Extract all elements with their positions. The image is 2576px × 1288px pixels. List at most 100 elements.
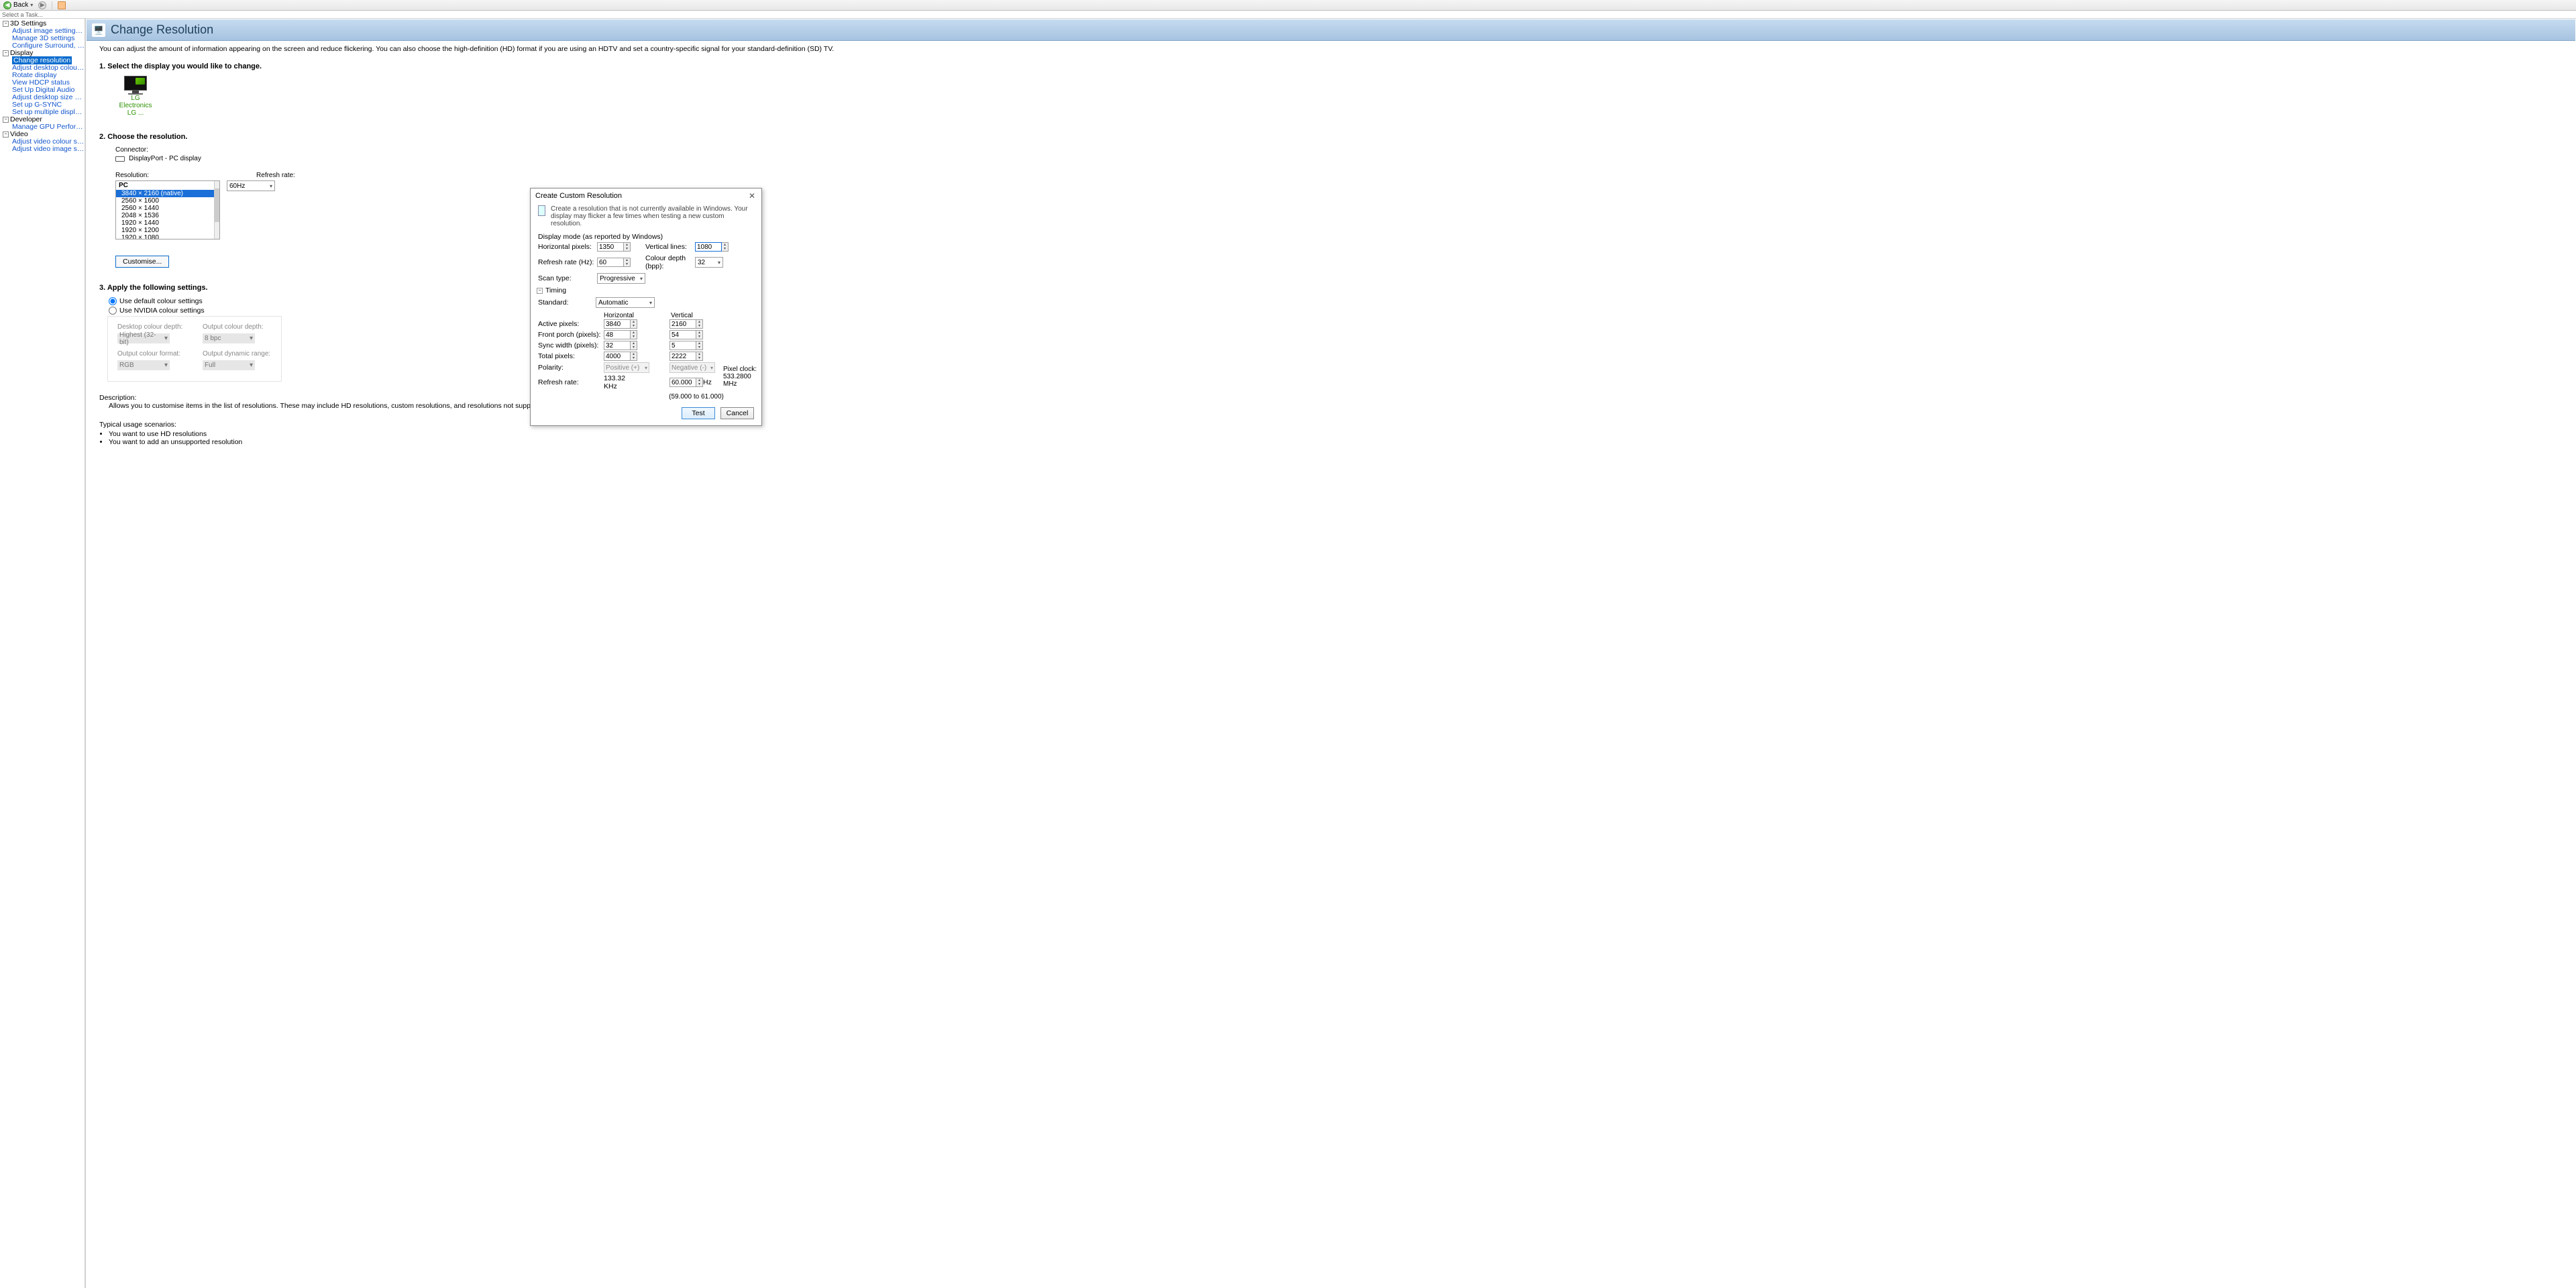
scan-type-dropdown[interactable]: Progressive▾ [597,273,645,284]
collapse-icon[interactable]: − [3,117,9,123]
close-button[interactable]: ✕ [747,191,757,201]
col-horizontal: Horizontal [604,312,644,319]
fp-v-input[interactable] [669,330,696,339]
back-dropdown-icon[interactable]: ▾ [30,2,33,8]
radio-nvidia-colour[interactable]: Use NVIDIA colour settings [109,307,415,315]
monitor-icon [124,76,147,91]
scenarios-head: Typical usage scenarios: [99,421,2563,429]
refresh-rate-input[interactable] [597,258,624,267]
scrollbar[interactable] [214,181,219,239]
connector-value: DisplayPort - PC display [129,155,201,162]
tp-v-input[interactable] [669,352,696,361]
collapse-icon[interactable]: − [3,50,9,56]
cd-label: Colour depth (bpp): [645,254,695,270]
collapse-icon[interactable]: − [3,21,9,27]
odr-label: Output dynamic range: [203,350,272,358]
resolution-label: Resolution: [115,172,149,179]
tree-leaf[interactable]: Adjust video colour settings [0,138,85,146]
vl-label: Vertical lines: [645,243,695,251]
col-vertical: Vertical [671,312,711,319]
scenario-item: You want to use HD resolutions [109,430,2563,438]
timing-toggle[interactable]: − [537,288,543,294]
standard-label: Standard: [538,299,590,307]
tree-leaf[interactable]: Adjust video image settings [0,146,85,153]
radio-default-colour[interactable]: Use default colour settings [109,297,415,305]
fp-label: Front porch (pixels): [538,331,604,339]
ocd-label: Output colour depth: [203,323,272,331]
resolution-option[interactable]: 1920 × 1080 [116,234,219,239]
active-v-input[interactable] [669,319,696,329]
sw-v-input[interactable] [669,341,696,350]
collapse-icon[interactable]: − [3,131,9,138]
sw-h-input[interactable] [604,341,631,350]
active-h-input[interactable] [604,319,631,329]
ap-label: Active pixels: [538,320,604,328]
tree-category[interactable]: −3D Settings [0,20,85,28]
back-button[interactable]: ◀ Back ▾ [1,1,35,10]
step1-heading: 1. Select the display you would like to … [99,62,415,70]
dcd-select: Highest (32-bit)▾ [117,333,170,343]
tree-category[interactable]: −Video [0,131,85,138]
rr-v-input[interactable] [669,378,696,387]
resolution-option[interactable]: 1920 × 1440 [116,219,219,227]
test-button[interactable]: Test [682,407,715,419]
fp-h-input[interactable] [604,330,631,339]
tree-leaf[interactable]: View HDCP status [0,79,85,87]
spinner[interactable]: ▴▾ [624,242,631,252]
horizontal-pixels-input[interactable] [597,242,624,252]
step2-heading: 2. Choose the resolution. [99,133,415,141]
tree-leaf[interactable]: Change resolution [12,56,72,64]
resolution-option[interactable]: 2560 × 1440 [116,205,219,212]
resolution-option[interactable]: 2048 × 1536 [116,212,219,219]
resolution-list[interactable]: PC 3840 × 2160 (native)2560 × 16002560 ×… [115,180,220,239]
pixelclock-value: 533.2800 MHz [723,373,751,388]
page-intro: You can adjust the amount of information… [99,45,2563,53]
resolution-option[interactable]: 2560 × 1600 [116,197,219,205]
rr-label: Refresh rate (Hz): [538,258,597,266]
display-tile[interactable]: LG Electronics LG ... [115,76,156,117]
scenario-item: You want to add an unsupported resolutio… [109,438,2563,446]
page-header: 🖥️ Change Resolution [87,19,2575,41]
tree-leaf[interactable]: Adjust desktop size and position [0,94,85,101]
tp-label: Total pixels: [538,352,604,360]
dialog-info: Create a resolution that is not currentl… [551,205,754,227]
resolution-option[interactable]: 3840 × 2160 (native) [116,190,219,197]
description-block: Description: Allows you to customise ite… [99,394,2563,446]
tree-category[interactable]: −Developer [0,116,85,123]
connector-label: Connector: [115,146,415,154]
colour-depth-dropdown[interactable]: 32▾ [695,257,723,268]
spinner[interactable]: ▴▾ [624,258,631,267]
tree-leaf[interactable]: Set Up Digital Audio [0,87,85,94]
tree-leaf[interactable]: Rotate display [0,72,85,79]
tree-leaf[interactable]: Manage 3D settings [0,35,85,42]
resolution-option[interactable]: 1920 × 1200 [116,227,219,234]
st-label: Scan type: [538,274,597,282]
forward-button[interactable]: ▶ [36,1,48,10]
standard-dropdown[interactable]: Automatic▾ [596,297,655,308]
customise-button[interactable]: Customise... [115,256,169,268]
radio-nvidia-input[interactable] [109,307,117,315]
spinner[interactable]: ▴▾ [722,242,729,252]
polarity-h-select: Positive (+)▾ [604,362,649,373]
timing-rr-label: Refresh rate: [538,378,604,386]
refresh-rate-dropdown[interactable]: 60Hz ▾ [227,180,275,191]
home-button[interactable] [56,1,68,10]
ocf-select: RGB▾ [117,360,170,370]
tp-h-input[interactable] [604,352,631,361]
description-head: Description: [99,394,2563,402]
tree-leaf[interactable]: Adjust desktop colour settings [0,64,85,72]
vertical-lines-input[interactable] [695,242,722,252]
hp-label: Horizontal pixels: [538,243,597,251]
dcd-label: Desktop colour depth: [117,323,186,331]
tree-leaf[interactable]: Adjust image settings with preview [0,28,85,35]
radio-default-input[interactable] [109,297,117,305]
display-mode-heading: Display mode (as reported by Windows) [531,231,761,242]
resolution-list-header: PC [116,181,219,190]
task-selector[interactable]: Select a Task... [0,11,2576,19]
create-custom-resolution-dialog: Create Custom Resolution ✕ Create a reso… [530,188,762,426]
ocf-label: Output colour format: [117,350,186,358]
ocd-select: 8 bpc▾ [203,333,255,343]
tree-leaf[interactable]: Set up G-SYNC [0,101,85,109]
cancel-button[interactable]: Cancel [720,407,754,419]
chevron-down-icon: ▾ [270,183,272,189]
